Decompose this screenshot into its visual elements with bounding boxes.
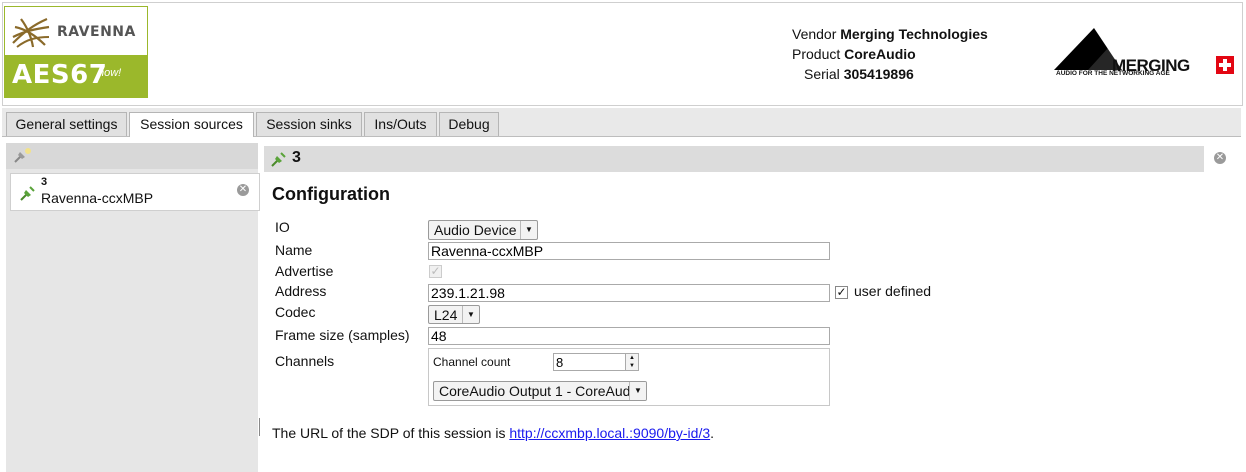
serial-label: Serial (804, 66, 840, 82)
aes67-text: AES67 (12, 60, 108, 90)
frame-size-input[interactable] (428, 327, 830, 345)
merging-logo: MERGING AUDIO FOR THE NETWORKING AGE (1052, 28, 1236, 78)
product-label: Product (792, 46, 841, 62)
configuration-title: Configuration (272, 184, 390, 204)
serial-value: 305419896 (843, 66, 914, 82)
io-label: IO (275, 219, 290, 235)
aes67-tagline: now! (98, 67, 122, 79)
codec-select-value: L24 (434, 307, 458, 323)
remove-source-close-icon[interactable]: ✕ (237, 184, 249, 196)
channel-count-label: Channel count (433, 355, 511, 369)
codec-label: Codec (275, 304, 316, 320)
chevron-down-icon: ▼ (462, 306, 479, 323)
source-number: 3 (41, 176, 48, 188)
serial-line: Serial 305419896 (804, 64, 914, 84)
ravenna-aes67-logo: RAVENNA AES67 now! (4, 6, 148, 98)
channels-group: Channel count ▲▼ CoreAudio Output 1 - Co… (428, 348, 830, 406)
ravenna-logo-area: RAVENNA (4, 6, 148, 56)
chevron-down-icon: ▼ (629, 382, 646, 400)
vendor-value: Merging Technologies (840, 26, 988, 42)
frame-size-label: Frame size (samples) (275, 327, 410, 343)
tab-ins-outs[interactable]: Ins/Outs (364, 112, 437, 136)
channel-mapping-select[interactable]: CoreAudio Output 1 - CoreAud ▼ (433, 381, 647, 401)
ravenna-bird-icon (12, 17, 50, 48)
vendor-line: Vendor Merging Technologies (792, 24, 988, 44)
product-line: Product CoreAudio (792, 44, 916, 64)
vendor-label: Vendor (792, 26, 837, 42)
sources-list-toolbar (6, 143, 258, 169)
tab-session-sinks[interactable]: Session sinks (256, 112, 362, 136)
source-plug-icon (271, 152, 286, 167)
user-defined-label: user defined (854, 283, 932, 299)
advertise-label: Advertise (275, 263, 334, 279)
address-input[interactable] (428, 284, 830, 302)
source-detail-number: 3 (292, 149, 301, 166)
channels-label: Channels (275, 353, 335, 369)
io-select[interactable]: Audio Device ▼ (428, 220, 538, 240)
product-value: CoreAudio (844, 46, 916, 62)
source-plug-icon (20, 186, 35, 201)
sdp-url-text: The URL of the SDP of this session is (272, 425, 510, 441)
sdp-url-line: The URL of the SDP of this session is ht… (272, 425, 714, 441)
channel-mapping-value: CoreAudio Output 1 - CoreAud (439, 383, 631, 399)
chevron-down-icon: ▼ (520, 221, 537, 239)
ravenna-brand-text: RAVENNA (57, 24, 136, 40)
close-detail-icon[interactable]: ✕ (1214, 152, 1226, 164)
tab-debug[interactable]: Debug (439, 112, 499, 136)
merging-tagline: AUDIO FOR THE NETWORKING AGE (1056, 70, 1170, 77)
channel-count-stepper[interactable]: ▲ ▼ (625, 353, 639, 371)
sources-list-panel: 3 Ravenna-ccxMBP ✕ (6, 143, 260, 472)
codec-select[interactable]: L24 ▼ (428, 305, 480, 324)
user-defined-checkbox[interactable]: ✓ (835, 286, 848, 299)
sdp-url-suffix: . (710, 425, 715, 441)
panel-divider (259, 418, 260, 436)
add-source-icon[interactable] (12, 147, 34, 165)
name-input[interactable] (428, 242, 830, 260)
source-list-item[interactable]: 3 Ravenna-ccxMBP ✕ (10, 173, 260, 211)
sdp-url-link[interactable]: http://ccxmbp.local.:9090/by-id/3 (509, 425, 710, 441)
aes67-banner: AES67 now! (4, 56, 148, 98)
tab-session-sources[interactable]: Session sources (129, 112, 254, 137)
source-name: Ravenna-ccxMBP (41, 190, 154, 206)
address-label: Address (275, 283, 327, 299)
tab-bar: General settings Session sources Session… (2, 108, 1241, 137)
advertise-checkbox[interactable]: ✓ (429, 265, 442, 278)
tab-general-settings[interactable]: General settings (6, 112, 127, 136)
source-detail-header: 3 (264, 146, 1204, 172)
name-label: Name (275, 242, 313, 258)
io-select-value: Audio Device (434, 222, 517, 238)
channel-count-input[interactable] (553, 353, 627, 371)
